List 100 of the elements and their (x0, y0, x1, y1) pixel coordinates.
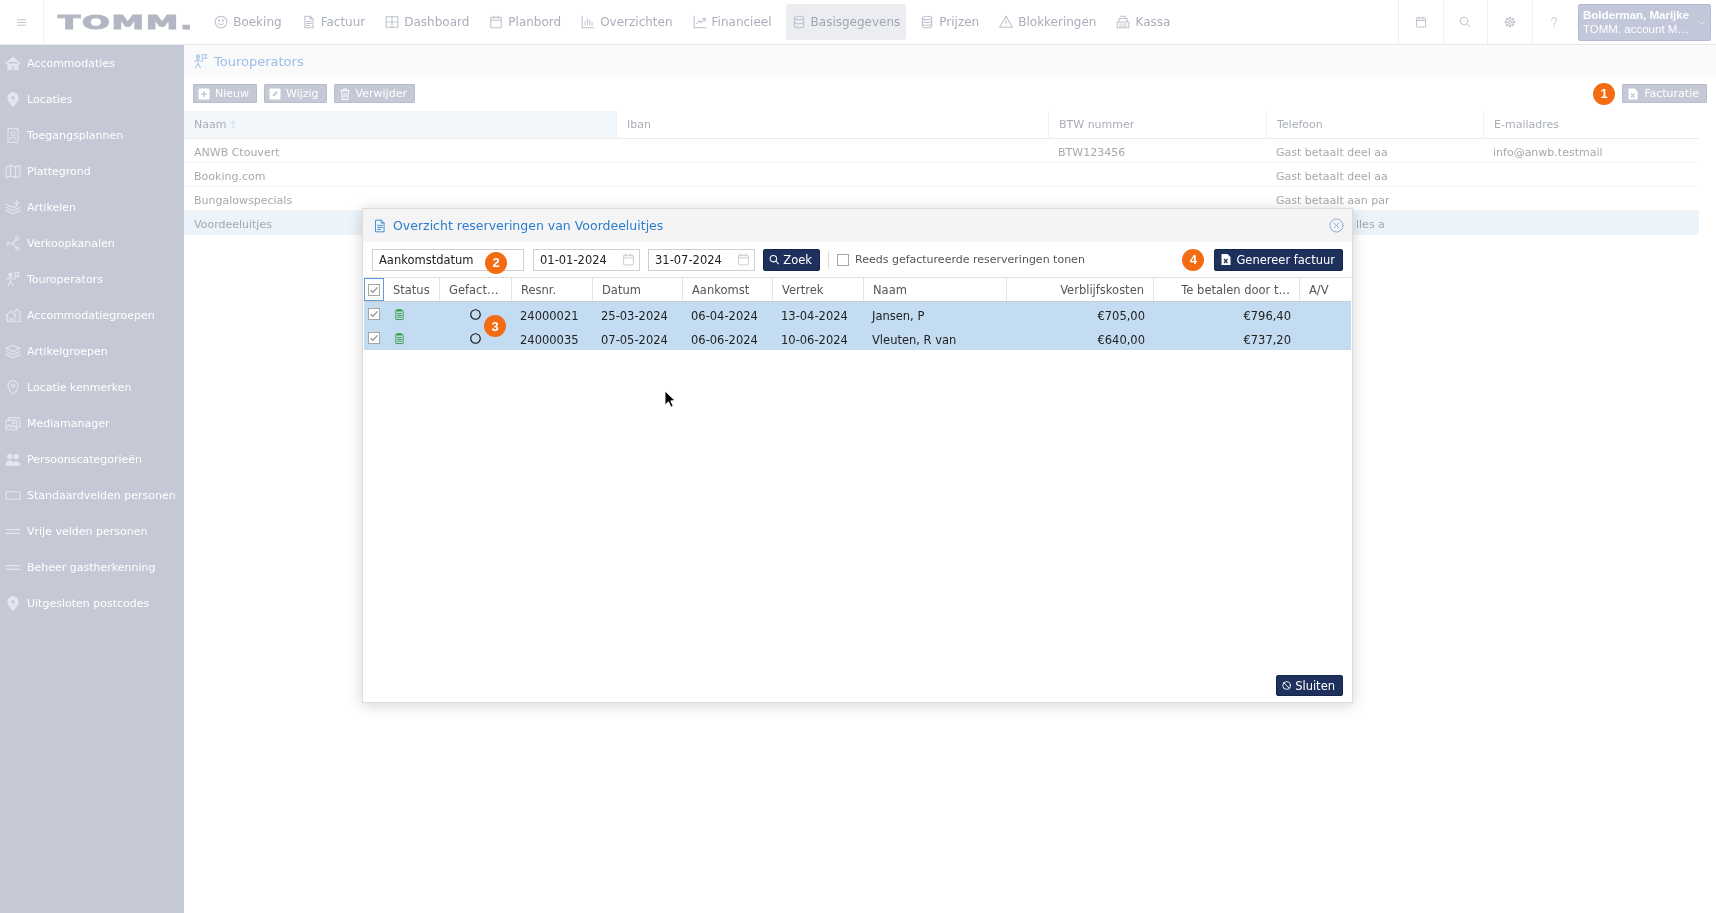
sidebar-item[interactable]: Artikelen (0, 189, 184, 225)
nav-item[interactable]: Boeking (208, 4, 288, 40)
ban-icon (1282, 679, 1292, 692)
sidebar-item[interactable]: Touroperators (0, 261, 184, 297)
map-pin-icon (5, 91, 21, 107)
column-header[interactable]: Status (384, 278, 439, 301)
column-header[interactable]: Gefact… (439, 278, 511, 301)
nav-item[interactable]: Dashboard (379, 4, 476, 40)
date-field[interactable]: 31-07-2024 (648, 248, 755, 271)
home-icon (5, 55, 21, 71)
search-icon[interactable] (1459, 16, 1472, 28)
nav-item[interactable]: Basisgegevens (785, 4, 907, 40)
column-header[interactable]: Naam (863, 278, 1006, 301)
bar-chart-icon (581, 15, 596, 29)
sidebar-item[interactable]: Artikelgroepen (0, 333, 184, 369)
nav-item[interactable]: Planbord (483, 4, 568, 40)
close-button[interactable]: Sluiten (1276, 675, 1343, 696)
column-header[interactable]: Aankomst (682, 278, 772, 301)
column-header[interactable]: Datum (592, 278, 682, 301)
annotation-badge: 2 (485, 251, 507, 274)
column-header[interactable]: E-mailadres (1483, 111, 1699, 138)
nav-item[interactable]: Kassa (1110, 4, 1177, 40)
sidebar-item[interactable]: Persoonscategorieën (0, 441, 184, 477)
nav-item[interactable]: Financieel (686, 4, 778, 40)
column-header[interactable]: BTW nummer (1048, 111, 1266, 138)
close-icon[interactable] (1329, 218, 1344, 233)
nav-item[interactable]: Prijzen (914, 4, 986, 40)
map-icon (5, 163, 21, 179)
calendar-icon (737, 253, 750, 266)
sidebar-item[interactable]: Standaardvelden personen (0, 477, 184, 513)
images-icon (5, 415, 21, 431)
sidebar-item[interactable]: Toegangsplannen (0, 117, 184, 153)
table-cell: €640,00 (1097, 332, 1145, 347)
column-header[interactable]: Vertrek (772, 278, 863, 301)
document-icon (301, 15, 316, 29)
table-cell: Booking.com (194, 170, 266, 183)
table-cell: 10-06-2024 (781, 332, 848, 347)
column-header[interactable]: Telefoon (1266, 111, 1483, 138)
annotation-badge: 4 (1182, 248, 1205, 271)
dialog-title: Overzicht reserveringen van Voordeeluitjes (393, 218, 665, 233)
nav-item[interactable]: Overzichten (575, 4, 679, 40)
column-header[interactable]: Resnr. (511, 278, 592, 301)
table-cell: 06-06-2024 (691, 332, 758, 347)
date-field[interactable]: 01-01-2024 (533, 248, 640, 271)
sidebar-item[interactable]: Mediamanager (0, 405, 184, 441)
checkbox[interactable] (837, 253, 849, 266)
sidebar-item[interactable]: Vrije velden personen (0, 513, 184, 549)
clipboard-icon (394, 331, 405, 345)
sidebar-item[interactable]: Uitgesloten postcodes (0, 585, 184, 621)
invoice-button[interactable]: Facturatie (1622, 84, 1707, 103)
search-button[interactable]: Zoek (763, 248, 820, 271)
column-header[interactable]: Iban (616, 111, 1048, 138)
plus-icon (198, 87, 210, 100)
pencil-icon (269, 87, 282, 100)
trash-icon (338, 87, 351, 100)
date-type-dropdown[interactable]: Aankomstdatum 2 (372, 248, 524, 271)
menu-icon[interactable] (15, 16, 28, 28)
network-icon (5, 235, 21, 251)
cash-register-icon (1116, 15, 1131, 29)
select-all-checkbox[interactable] (368, 283, 380, 296)
stack-plus-icon (5, 199, 21, 215)
toolbar-button[interactable]: Verwijder (333, 84, 415, 103)
table-cell: 24000035 (520, 332, 579, 347)
arrow-up-icon (229, 118, 238, 131)
clipboard-icon (394, 307, 405, 321)
document-icon (373, 217, 387, 234)
settings-icon[interactable] (1503, 16, 1516, 28)
warning-icon (999, 15, 1014, 29)
table-row[interactable]: Booking.com Gast betaalt deel aa (184, 163, 1699, 187)
table-cell: ANWB Ctouvert (194, 146, 280, 159)
sidebar-item[interactable]: Accommodaties (0, 45, 184, 81)
table-cell: Gast betaalt deel aa (1276, 146, 1388, 159)
person-flag-icon (5, 271, 21, 287)
table-cell: info@anwb.testmail (1493, 146, 1603, 159)
sidebar-item[interactable]: Locatie kenmerken (0, 369, 184, 405)
table-cell: Bungalowspecials (194, 194, 293, 207)
generate-invoice-button[interactable]: Genereer factuur (1214, 248, 1343, 271)
sidebar-item[interactable]: Locaties (0, 81, 184, 117)
map-pin-icon (5, 379, 21, 395)
toolbar-button[interactable]: Nieuw (193, 84, 258, 103)
calendar-icon (622, 253, 635, 266)
user-menu-button[interactable]: Bolderman, Marijke TOMM. account M… (1578, 3, 1711, 41)
sidebar-item[interactable]: Beheer gastherkenning (0, 549, 184, 585)
toolbar-button[interactable]: Wijzig (264, 84, 327, 103)
sidebar-item[interactable]: Verkoopkanalen (0, 225, 184, 261)
column-header[interactable]: Te betalen door t… (1153, 278, 1299, 301)
checkbox[interactable] (368, 308, 380, 320)
column-header[interactable]: Naam (184, 111, 616, 138)
column-header[interactable]: A/V (1299, 278, 1351, 301)
sidebar-item[interactable]: Plattegrond (0, 153, 184, 189)
mouse-pointer-icon (664, 390, 676, 408)
checkbox[interactable] (368, 332, 380, 344)
sidebar-item[interactable]: Accommodatiegroepen (0, 297, 184, 333)
grid-icon (385, 15, 400, 29)
nav-item[interactable]: Factuur (295, 4, 372, 40)
calendar-icon[interactable] (1414, 16, 1427, 28)
column-header[interactable]: Verblijfskosten (1006, 278, 1153, 301)
table-row[interactable]: ANWB Ctouvert BTW123456 Gast betaalt deel aa info@anwb.testmail (184, 139, 1699, 163)
layers-icon (5, 343, 21, 359)
nav-item[interactable]: Blokkeringen (993, 4, 1103, 40)
